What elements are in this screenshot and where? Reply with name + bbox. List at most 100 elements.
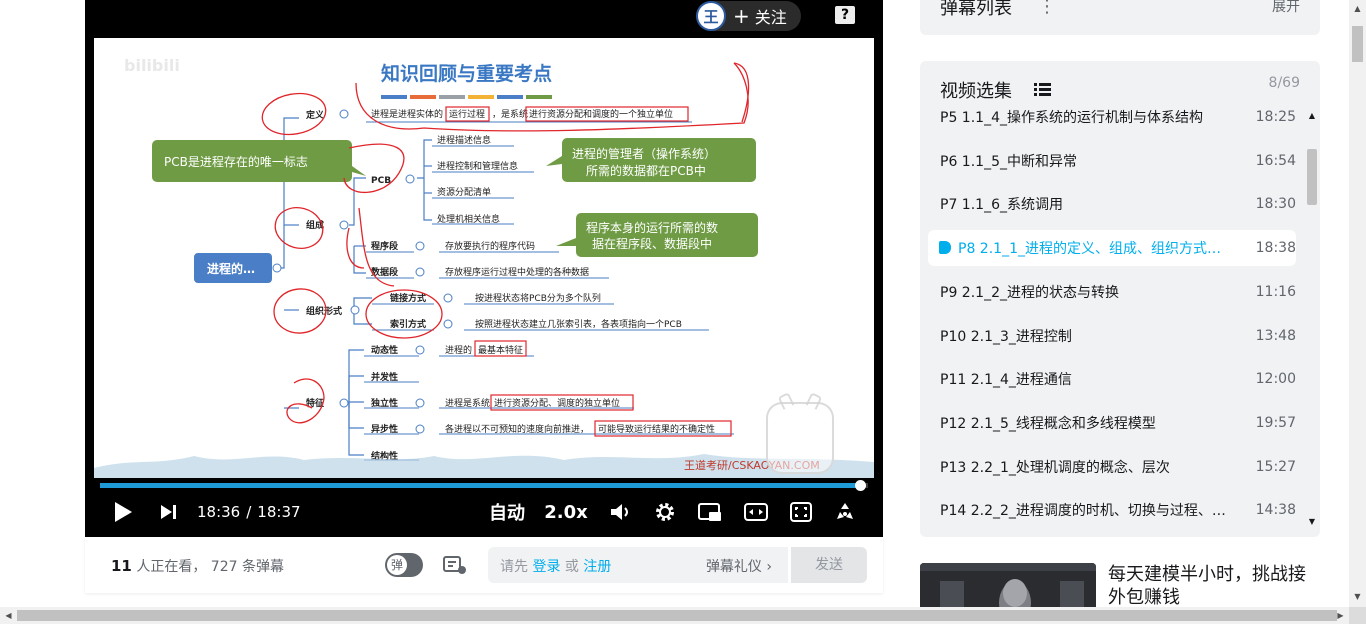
login-link[interactable]: 登录 — [532, 559, 560, 575]
avatar-glyph: 王 — [703, 7, 719, 26]
widescreen-button[interactable] — [743, 490, 769, 534]
episode-duration: 18:25 — [1255, 109, 1296, 125]
expand-button[interactable]: 展开 — [1272, 0, 1300, 16]
pip-button[interactable] — [697, 490, 723, 534]
episode-duration: 15:27 — [1255, 458, 1296, 475]
episode-counter: 8/69 — [1268, 75, 1300, 91]
help-icon[interactable]: ? — [835, 6, 855, 24]
slide-mindmap: bilibili 知识回顾与重要考点 进程的… PCB是进程存在的唯一标志 进程… — [94, 56, 874, 478]
episode-item[interactable]: P9 2.1_2_进程的状态与转换 11:16 — [928, 274, 1296, 310]
node-program-segment: 程序段 — [371, 240, 399, 252]
callout-manager-line1: 进程的管理者（操作系统） — [572, 146, 716, 161]
next-button[interactable] — [157, 490, 179, 534]
node-definition: 定义 — [305, 109, 325, 121]
total-time: 18:37 — [257, 503, 301, 521]
callout-program-line1: 程序本身的运行所需的数 — [586, 220, 718, 235]
window-hscroll-thumb[interactable] — [17, 610, 1337, 621]
episode-duration: 16:54 — [1255, 152, 1296, 169]
settings-button[interactable] — [653, 490, 677, 534]
callout-pcb-tail — [352, 166, 366, 176]
progress-bar[interactable] — [100, 480, 868, 491]
danmaku-input[interactable]: 请先 登录 或 注册 弹幕礼仪 › — [488, 547, 788, 583]
episode-item[interactable]: P13 2.2_1_处理机调度的概念、层次 15:27 — [928, 449, 1296, 485]
program-text: 存放要执行的程序代码 — [445, 240, 535, 252]
follow-label: 关注 — [754, 8, 787, 27]
danmaku-settings-icon[interactable] — [443, 555, 467, 575]
dyn-text-a: 进程的 — [445, 344, 472, 356]
scroll-up-arrow[interactable]: ▲ — [1306, 111, 1318, 120]
window-scroll-up-arrow[interactable]: ▲ — [1349, 4, 1366, 13]
window-scroll-down-arrow[interactable]: ▼ — [1349, 592, 1366, 601]
episode-name: P7 1.1_6_系统调用 — [940, 197, 1063, 214]
play-button[interactable] — [109, 490, 137, 534]
episode-scroll-thumb[interactable] — [1307, 149, 1317, 205]
node-organization: 组织形式 — [306, 305, 342, 317]
slide-title: 知识回顾与重要考点 — [381, 62, 552, 85]
follow-button[interactable]: 王 + 关注 — [696, 1, 801, 31]
time-display: 18:36 / 18:37 — [197, 490, 301, 534]
volume-icon — [611, 504, 628, 520]
quality-button[interactable]: 自动 — [487, 490, 527, 534]
episode-item[interactable]: P10 2.1_3_进程控制 13:48 — [928, 318, 1296, 354]
episode-item[interactable]: P7 1.1_6_系统调用 18:30 — [928, 186, 1296, 222]
fullscreen-button[interactable] — [833, 490, 857, 534]
web-fullscreen-button[interactable] — [789, 490, 813, 534]
episode-item[interactable]: P8 2.1_1_进程的定义、组成、组织方式、特征 18:38 — [928, 230, 1296, 267]
danmaku-list-header[interactable]: 弹幕列表 ⋮ 展开 — [920, 0, 1320, 35]
indep-text-a: 进程是系统 — [445, 397, 490, 409]
speed-button[interactable]: 2.0x — [544, 490, 588, 534]
volume-button[interactable] — [609, 490, 633, 534]
episode-duration: 11:16 — [1255, 283, 1296, 300]
window-vertical-scrollbar[interactable]: ▲ ▼ — [1349, 0, 1366, 607]
title-bar-4 — [468, 95, 494, 99]
node-async: 异步性 — [371, 423, 398, 435]
danmaku-etiquette-link[interactable]: 弹幕礼仪 › — [706, 556, 772, 576]
uploader-avatar[interactable]: 王 — [696, 1, 726, 31]
more-icon[interactable]: ⋮ — [1038, 0, 1056, 17]
def-text-a: 进程是进程实体的 — [371, 108, 443, 120]
window-scroll-left-arrow[interactable]: ◀ — [0, 607, 17, 624]
big-play-button[interactable] — [766, 392, 834, 474]
recommended-thumbnail[interactable] — [920, 563, 1096, 613]
scroll-down-arrow[interactable]: ▼ — [1306, 517, 1318, 526]
episode-duration: 19:57 — [1255, 414, 1296, 431]
episode-item[interactable]: P11 2.1_4_进程通信 12:00 — [928, 361, 1296, 397]
episode-item[interactable]: P14 2.2_2_进程调度的时机、切换与过程、方式 14:38 — [928, 492, 1296, 528]
callout-pcb-text: PCB是进程存在的唯一标志 — [164, 154, 308, 169]
viewer-stats: 11 人正在看， 727 条弹幕 — [111, 556, 284, 576]
danmaku-input-hint: 请先 登录 或 注册 — [500, 556, 611, 576]
window-vscroll-thumb[interactable] — [1352, 26, 1363, 62]
title-bar-6 — [526, 95, 552, 99]
episode-title: 视频选集 — [940, 81, 1012, 102]
episode-duration: 13:48 — [1255, 327, 1296, 344]
danmaku-toggle[interactable]: 弹 — [385, 553, 423, 577]
window-scroll-right-arrow[interactable]: ▶ — [1332, 607, 1349, 624]
episode-scrollbar[interactable]: ▲ ▼ — [1306, 109, 1318, 529]
episode-item[interactable]: P12 2.1_5_线程概念和多线程模型 19:57 — [928, 405, 1296, 441]
recommended-title[interactable]: 每天建模半小时，挑战接外包赚钱 — [1108, 563, 1320, 609]
video-player[interactable]: 王 + 关注 ? bilibili 知识回顾与重要考点 进程的… PCB是进程存… — [85, 0, 883, 537]
pcb-item-4: 处理机相关信息 — [437, 213, 500, 225]
title-bar-1 — [381, 95, 407, 99]
episode-name: P10 2.1_3_进程控制 — [940, 328, 1072, 345]
danmaku-list-title: 弹幕列表 — [940, 0, 1012, 19]
picture-in-picture-icon — [698, 503, 721, 521]
episode-list[interactable]: P5 1.1_4_操作系统的运行机制与体系结构 18:25 P6 1.1_5_中断和… — [920, 107, 1308, 537]
episode-item[interactable]: P6 1.1_5_中断和异常 16:54 — [928, 143, 1296, 179]
danmaku-toggle-label: 弹 — [387, 555, 407, 575]
window-horizontal-scrollbar[interactable]: ◀ ▶ — [0, 607, 1349, 624]
danmaku-count: 727 — [210, 559, 238, 575]
plus-icon: + — [733, 4, 750, 28]
list-icon[interactable] — [1034, 82, 1051, 96]
register-link[interactable]: 注册 — [583, 559, 611, 575]
episode-duration: 18:30 — [1255, 196, 1296, 213]
video-frame[interactable]: bilibili 知识回顾与重要考点 进程的… PCB是进程存在的唯一标志 进程… — [94, 38, 874, 478]
viewer-suffix: 人正在看， — [136, 559, 207, 575]
send-button[interactable]: 发送 — [791, 547, 867, 583]
episode-item[interactable]: P5 1.1_4_操作系统的运行机制与体系结构 18:25 — [928, 107, 1296, 135]
hint-prefix: 请先 — [500, 559, 528, 575]
time-separator: / — [246, 503, 252, 521]
recommended-video[interactable]: 每天建模半小时，挑战接外包赚钱 — [920, 563, 1320, 613]
current-time: 18:36 — [197, 503, 241, 521]
node-index: 索引方式 — [390, 318, 426, 330]
